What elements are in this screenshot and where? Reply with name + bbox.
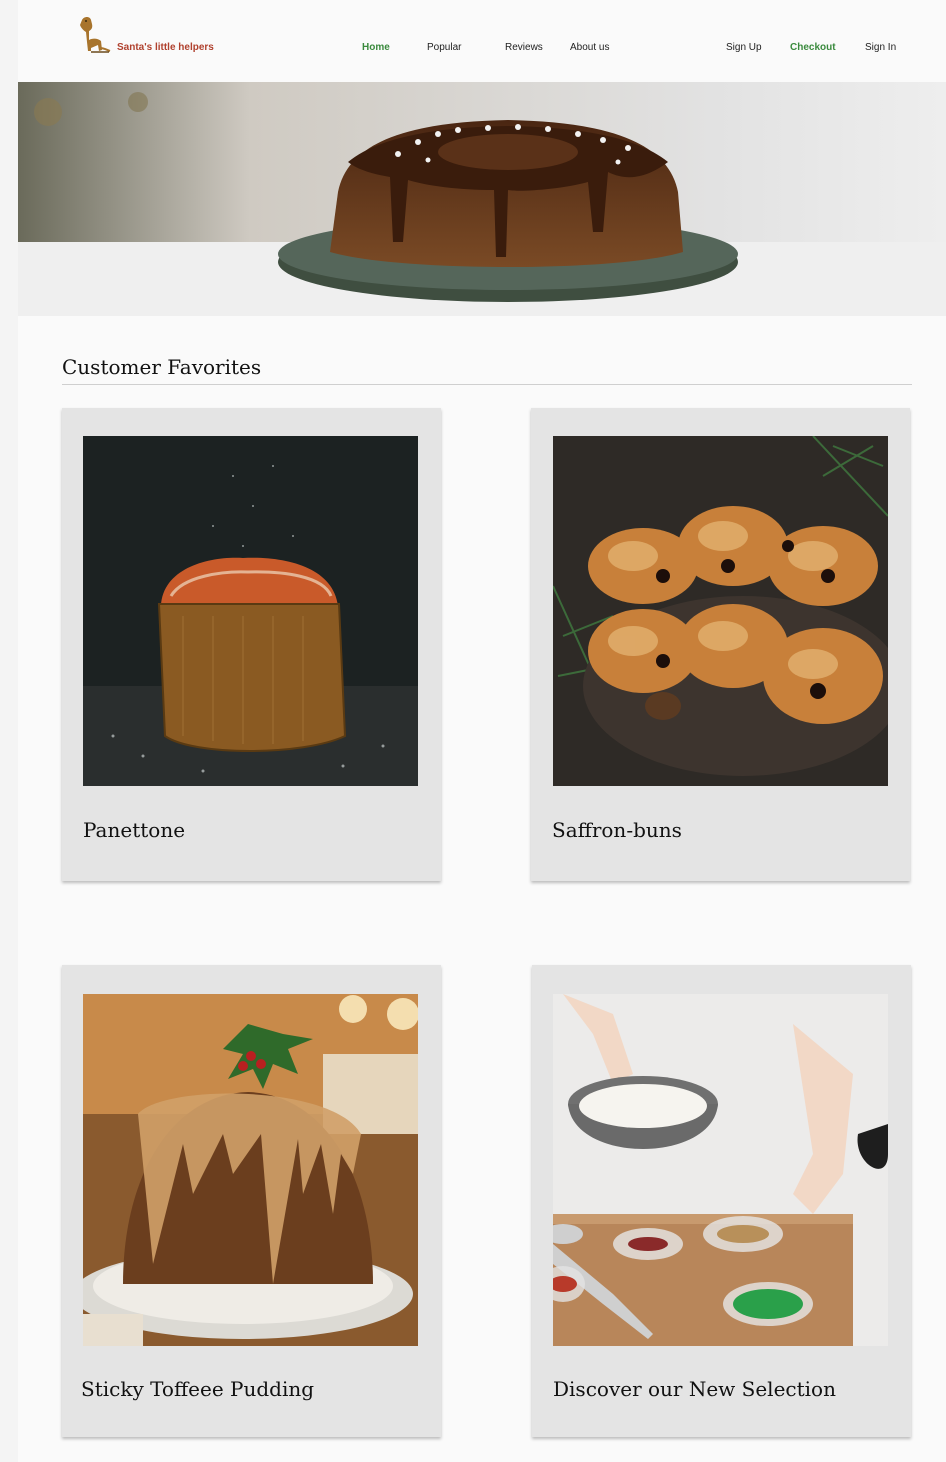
nav-about-us[interactable]: About us [570, 42, 609, 53]
baking-ingredients-image[interactable] [553, 994, 888, 1346]
top-navigation-bar: Santa's little helpers Home Popular Revi… [18, 0, 946, 82]
brand-name[interactable]: Santa's little helpers [117, 42, 214, 53]
nav-home[interactable]: Home [362, 42, 390, 53]
product-label: Saffron-buns [552, 818, 682, 842]
saffron-buns-image[interactable] [553, 436, 888, 786]
product-label: Sticky Toffeee Pudding [81, 1377, 315, 1401]
product-card-panettone[interactable]: Panettone [62, 408, 441, 881]
product-label: Discover our New Selection [553, 1377, 836, 1401]
product-label: Panettone [83, 818, 186, 842]
sign-in-link[interactable]: Sign In [865, 42, 896, 53]
section-divider [62, 384, 912, 385]
dog-icon[interactable] [74, 14, 112, 54]
nav-reviews[interactable]: Reviews [505, 42, 543, 53]
page: Santa's little helpers Home Popular Revi… [18, 0, 946, 1462]
hero-banner-image [18, 82, 946, 316]
sign-up-link[interactable]: Sign Up [726, 42, 762, 53]
product-card-saffron-buns[interactable]: Saffron-buns [531, 408, 910, 881]
panettone-image[interactable] [83, 436, 418, 786]
nav-popular[interactable]: Popular [427, 42, 461, 53]
product-card-new-selection[interactable]: Discover our New Selection [532, 965, 911, 1437]
checkout-link[interactable]: Checkout [790, 42, 836, 53]
product-card-sticky-toffee-pudding[interactable]: Sticky Toffeee Pudding [62, 965, 441, 1437]
section-title-customer-favorites: Customer Favorites [62, 355, 262, 379]
sticky-toffee-pudding-image[interactable] [83, 994, 418, 1346]
